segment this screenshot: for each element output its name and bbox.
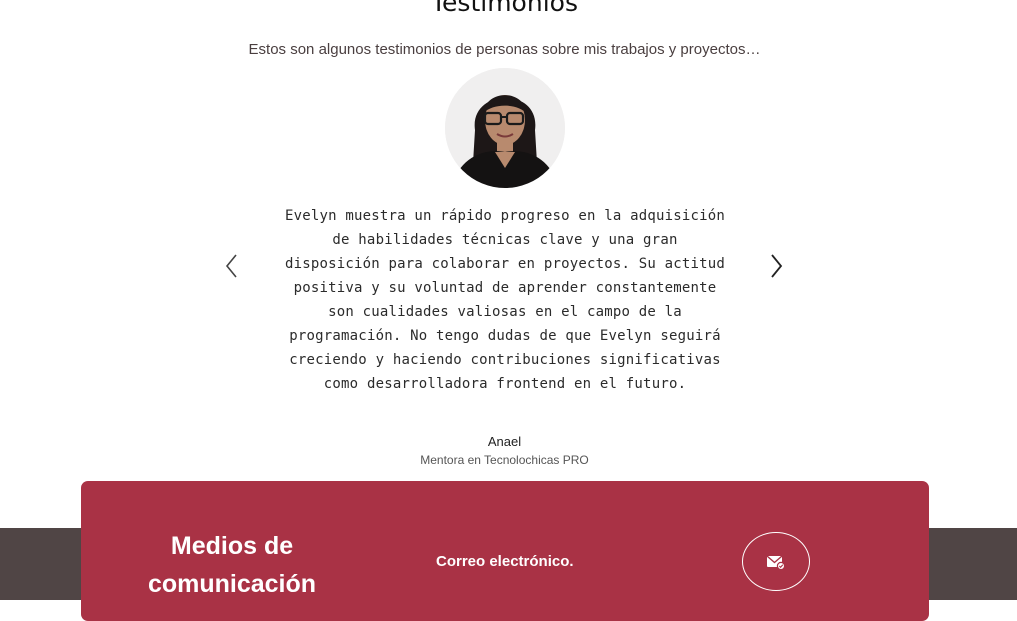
mail-icon xyxy=(766,554,786,570)
carousel-next-button[interactable] xyxy=(764,252,788,280)
section-title: Testimonios xyxy=(431,0,578,17)
contact-card: Medios de comunicación Correo electrónic… xyxy=(81,481,929,621)
testimonial-author-name: Anael xyxy=(487,434,522,449)
testimonial-quote: Evelyn muestra un rápido progreso en la … xyxy=(284,208,726,392)
email-button[interactable] xyxy=(742,532,810,591)
email-label: Correo electrónico. xyxy=(436,553,574,570)
chevron-left-icon xyxy=(225,254,237,278)
section-subtitle: Estos son algunos testimonios de persona… xyxy=(248,41,761,58)
contact-heading: Medios de comunicación xyxy=(147,532,317,598)
carousel-prev-button[interactable] xyxy=(220,252,244,280)
testimonial-avatar xyxy=(445,68,565,188)
chevron-right-icon xyxy=(771,254,783,278)
testimonial-author-role: Mentora en Tecnolochicas PRO xyxy=(420,453,589,467)
